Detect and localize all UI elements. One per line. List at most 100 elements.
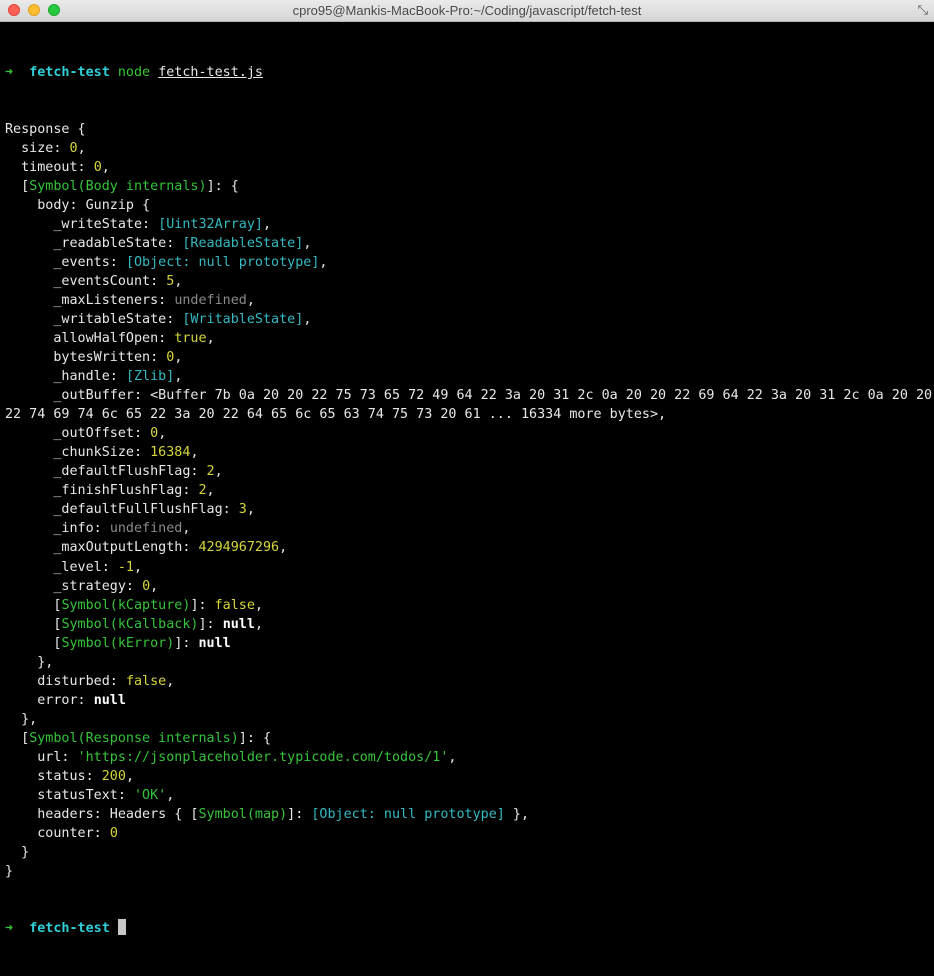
output-line: _writeState: [Uint32Array], <box>5 215 934 234</box>
output-line: _info: undefined, <box>5 519 934 538</box>
prompt-arrow-icon: ➜ <box>5 920 14 936</box>
output-line: _writableState: [WritableState], <box>5 310 934 329</box>
output-line: allowHalfOpen: true, <box>5 329 934 348</box>
output-token: 22 74 69 74 6c 65 22 3a 20 22 64 65 6c 6… <box>5 407 667 423</box>
output-line: } <box>5 843 934 862</box>
output-token: , <box>174 369 183 385</box>
output-token: allowHalfOpen: <box>5 331 175 347</box>
output-token: Response { <box>5 122 86 138</box>
output-token: , <box>319 255 328 271</box>
text-cursor <box>117 918 126 935</box>
output-token: 0 <box>69 141 78 157</box>
output-token: Symbol(kCapture) <box>61 597 191 613</box>
output-token: , <box>174 350 183 366</box>
output-token: _defaultFlushFlag: <box>5 464 207 480</box>
output-token: timeout: <box>5 160 94 176</box>
output-token: , <box>77 141 86 157</box>
output-token: false <box>214 597 255 613</box>
output-token: 3 <box>238 502 247 518</box>
prompt-arrow-icon: ➜ <box>5 65 14 81</box>
output-token: , <box>214 464 223 480</box>
output-line: [Symbol(kError)]: null <box>5 634 934 653</box>
terminal-window: cpro95@Mankis-MacBook-Pro:~/Coding/javas… <box>0 0 934 936</box>
command-name: node <box>117 65 151 81</box>
output-line: status: 200, <box>5 767 934 786</box>
output-token: [Uint32Array] <box>158 217 263 233</box>
output-token: 200 <box>101 768 126 784</box>
command-line: ➜ fetch-test node fetch-test.js <box>5 63 934 82</box>
output-token: error: <box>5 692 94 708</box>
output-token: [ReadableState] <box>182 236 304 252</box>
output-token: 0 <box>109 825 118 841</box>
output-line: _finishFlushFlag: 2, <box>5 481 934 500</box>
output-token: size: <box>5 141 70 157</box>
output-token: _strategy: <box>5 578 143 594</box>
output-token: _eventsCount: <box>5 274 167 290</box>
output-token: _level: <box>5 559 118 575</box>
output-line: _strategy: 0, <box>5 577 934 596</box>
output-token: _info: <box>5 521 110 537</box>
output-token: 4294967296 <box>198 540 280 556</box>
output-token: _chunkSize: <box>5 445 151 461</box>
output-line: 22 74 69 74 6c 65 22 3a 20 22 64 65 6c 6… <box>5 405 934 424</box>
output-line: [Symbol(Body internals)]: { <box>5 177 934 196</box>
terminal-output[interactable]: ➜ fetch-test node fetch-test.js Response… <box>0 22 934 976</box>
output-token: , <box>134 559 143 575</box>
output-token: body: Gunzip { <box>5 198 151 214</box>
output-token: } <box>5 844 30 860</box>
output-token: _outBuffer: <Buffer 7b 0a 20 20 22 75 73… <box>5 388 933 404</box>
output-token: ]: { <box>238 730 272 746</box>
output-token: _writableState: <box>5 312 183 328</box>
program-output: Response { size: 0, timeout: 0, [Symbol(… <box>5 120 934 881</box>
output-line: [Symbol(kCapture)]: false, <box>5 596 934 615</box>
output-token: _handle: <box>5 369 126 385</box>
output-token: , <box>263 217 272 233</box>
output-token: , <box>206 331 215 347</box>
prompt-line[interactable]: ➜ fetch-test <box>5 918 934 938</box>
window-title: cpro95@Mankis-MacBook-Pro:~/Coding/javas… <box>292 3 642 18</box>
output-token: ]: <box>198 616 223 632</box>
output-token: 'OK' <box>134 787 167 803</box>
output-token: } <box>5 863 14 879</box>
output-token: Symbol(kCallback) <box>61 616 199 632</box>
output-token: ]: <box>190 597 215 613</box>
output-token: _outOffset: <box>5 426 151 442</box>
output-line: _maxListeners: undefined, <box>5 291 934 310</box>
output-token: false <box>125 673 167 689</box>
output-line: statusText: 'OK', <box>5 786 934 805</box>
output-line: [Symbol(Response internals)]: { <box>5 729 934 748</box>
output-token: , <box>206 483 215 499</box>
output-token: , <box>174 274 183 290</box>
output-token: bytesWritten: <box>5 350 167 366</box>
output-token: headers: Headers { [ <box>5 806 199 822</box>
output-line: _outOffset: 0, <box>5 424 934 443</box>
output-token: _finishFlushFlag: <box>5 483 199 499</box>
output-token: undefined <box>109 521 183 537</box>
output-token: Symbol(kError) <box>61 635 175 651</box>
output-token: null <box>222 616 255 632</box>
output-line: disturbed: false, <box>5 672 934 691</box>
output-token: 2 <box>206 464 215 480</box>
prompt-directory: fetch-test <box>29 920 110 936</box>
output-token: , <box>166 673 175 689</box>
output-token: undefined <box>174 293 247 309</box>
output-token: , <box>448 749 457 765</box>
output-token: 16384 <box>150 445 191 461</box>
output-token: , <box>303 312 312 328</box>
output-line: Response { <box>5 120 934 139</box>
output-line: } <box>5 862 934 881</box>
output-token: , <box>254 597 263 613</box>
output-line: _maxOutputLength: 4294967296, <box>5 538 934 557</box>
output-token: [ <box>5 597 62 613</box>
output-token: [Object: null prototype] <box>311 806 505 822</box>
output-token: , <box>246 293 255 309</box>
output-line: size: 0, <box>5 139 934 158</box>
output-token: status: <box>5 768 102 784</box>
title-bar[interactable]: cpro95@Mankis-MacBook-Pro:~/Coding/javas… <box>0 0 934 22</box>
prompt-directory: fetch-test <box>29 65 110 81</box>
fullscreen-icon[interactable]: ⤡ <box>918 2 928 18</box>
output-token: , <box>246 502 255 518</box>
output-token: , <box>150 578 159 594</box>
output-token: , <box>303 236 312 252</box>
output-token: disturbed: <box>5 673 126 689</box>
